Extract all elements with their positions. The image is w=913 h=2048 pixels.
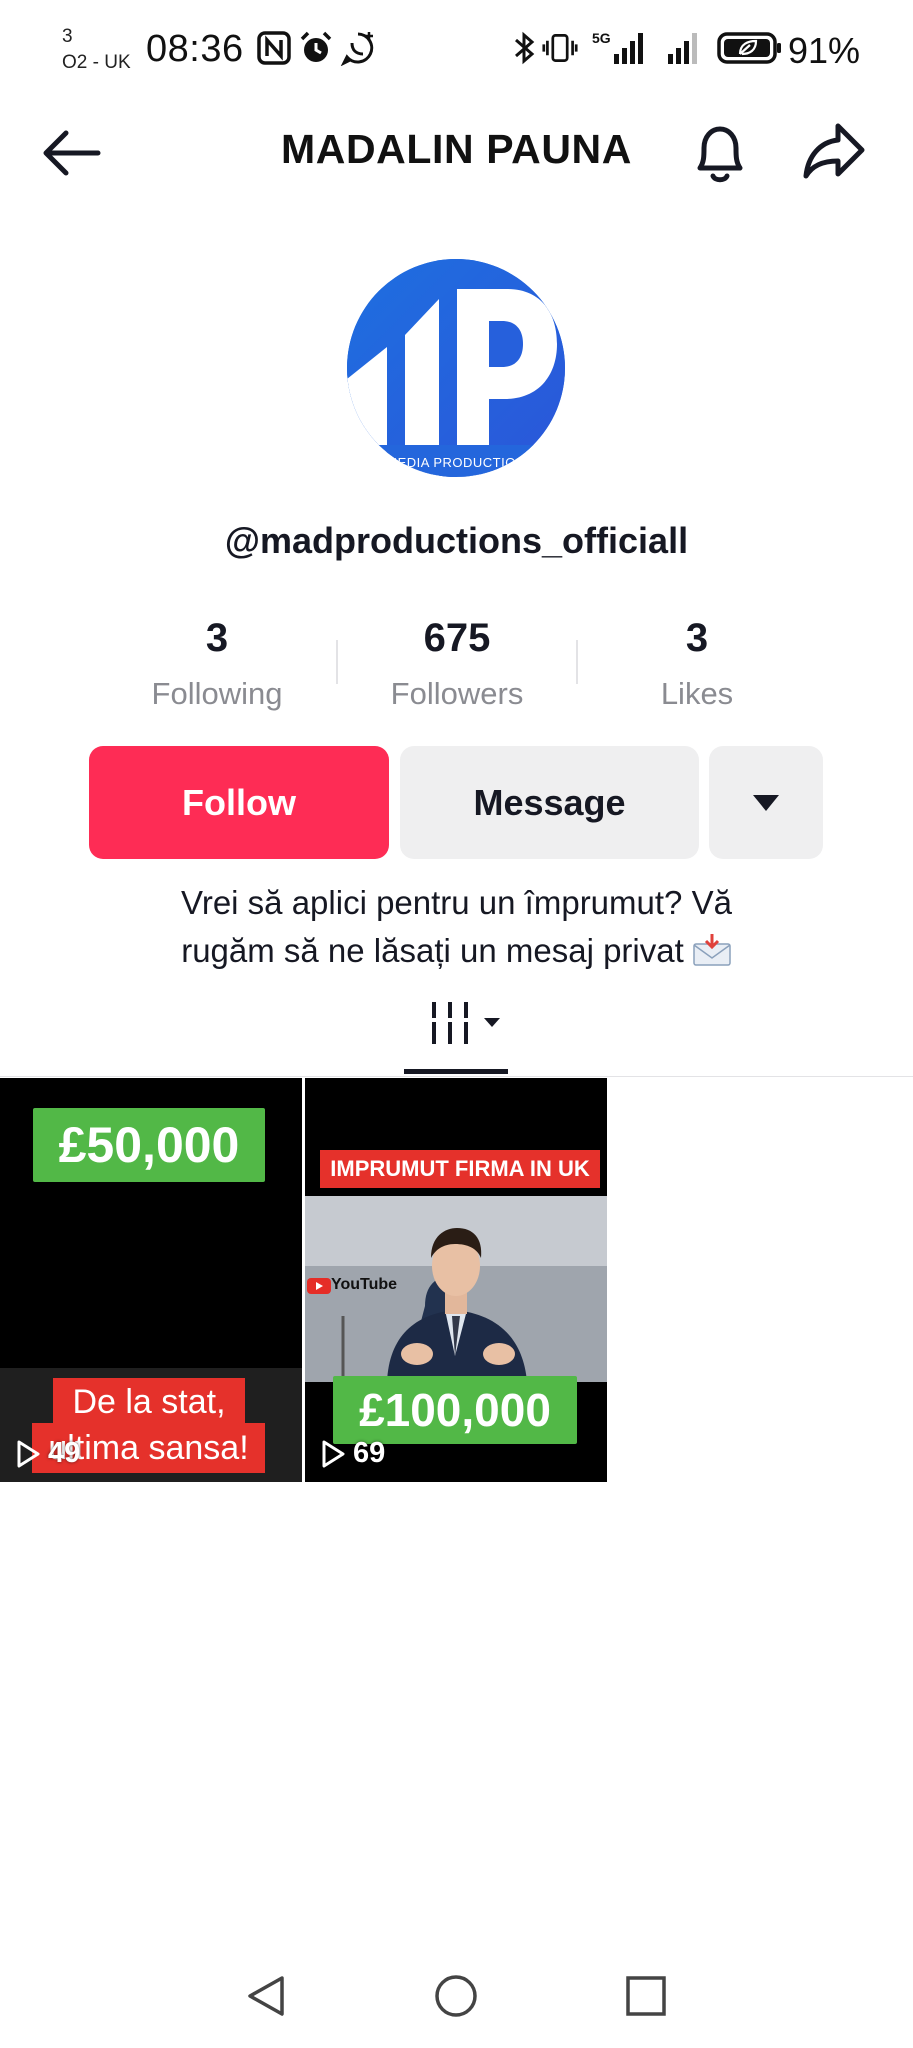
- amount-tag: £100,000: [333, 1376, 577, 1444]
- view-count-value: 49: [48, 1437, 81, 1469]
- suggested-accounts-button[interactable]: [709, 746, 823, 859]
- tab-active-indicator: [404, 1069, 508, 1074]
- bio-line-1: Vrei să aplici pentru un împrumut? Vă: [181, 884, 732, 921]
- bio-text: rugăm să ne lăsați un mesaj privat: [181, 932, 684, 969]
- video-thumbnail[interactable]: £50,000 De la stat, ultima sansa! 49: [0, 1078, 302, 1482]
- caret-down-icon: [753, 794, 779, 811]
- vibrate-icon: [542, 34, 578, 62]
- status-bar: 3 O2 - UK 08:36 5G 91%: [0, 0, 913, 100]
- banner-tag: IMPRUMUT FIRMA IN UK: [320, 1150, 600, 1188]
- following-label[interactable]: Following: [97, 676, 337, 712]
- followers-label[interactable]: Followers: [337, 676, 577, 712]
- battery-icon: [717, 32, 781, 64]
- videos-grid-tab-icon[interactable]: [428, 998, 508, 1048]
- likes-label: Likes: [660, 676, 734, 711]
- username-handle: @madproductions_officiall: [224, 520, 689, 561]
- amount-tag: £50,000: [33, 1108, 265, 1182]
- nav-home-icon[interactable]: [432, 1972, 480, 2020]
- signal-strength-icon: [614, 33, 643, 64]
- nfc-icon: [257, 31, 291, 65]
- bell-icon[interactable]: [688, 120, 752, 186]
- view-count: 49: [14, 1437, 80, 1470]
- share-icon[interactable]: [800, 120, 868, 182]
- envelope-incoming-icon: [693, 934, 731, 966]
- avatar[interactable]: MEDIA PRODUCTION: [347, 259, 565, 477]
- view-count-value: 69: [353, 1437, 386, 1469]
- message-button[interactable]: Message: [400, 746, 699, 859]
- caption-tag-line1: De la stat,: [53, 1378, 245, 1426]
- carrier-slot: 3: [62, 26, 73, 47]
- likes-count: 3: [685, 616, 709, 660]
- alarm-icon: [300, 31, 332, 62]
- followers-count[interactable]: 675: [337, 616, 577, 661]
- mp-logo: [347, 259, 565, 477]
- follow-button[interactable]: Follow: [89, 746, 389, 859]
- video-still: YouTube: [305, 1196, 607, 1382]
- whatsapp-icon: [340, 32, 374, 66]
- play-icon: [17, 1440, 40, 1467]
- network-type: 5G: [592, 30, 611, 46]
- play-icon: [322, 1440, 345, 1467]
- battery-percentage: 91%: [788, 30, 861, 71]
- tab-divider: [0, 1076, 913, 1077]
- bluetooth-icon: [515, 31, 535, 65]
- following-count[interactable]: 3: [97, 616, 337, 661]
- carrier-name: O2 - UK: [62, 52, 131, 73]
- youtube-logo-text: YouTube: [331, 1276, 398, 1293]
- avatar-caption: MEDIA PRODUCTION: [386, 455, 526, 470]
- clock: 08:36: [146, 28, 244, 70]
- signal-strength-secondary-icon: [668, 33, 697, 64]
- view-count: 69: [319, 1437, 385, 1470]
- nav-back-icon[interactable]: [242, 1972, 290, 2020]
- video-thumbnail[interactable]: IMPRUMUT FIRMA IN UK YouTube £100,000 69: [305, 1078, 607, 1482]
- bio-line-2: rugăm să ne lăsați un mesaj privat: [60, 927, 853, 974]
- profile-name-title: MADALIN PAUNA: [281, 126, 632, 172]
- nav-recents-icon[interactable]: [622, 1972, 670, 2020]
